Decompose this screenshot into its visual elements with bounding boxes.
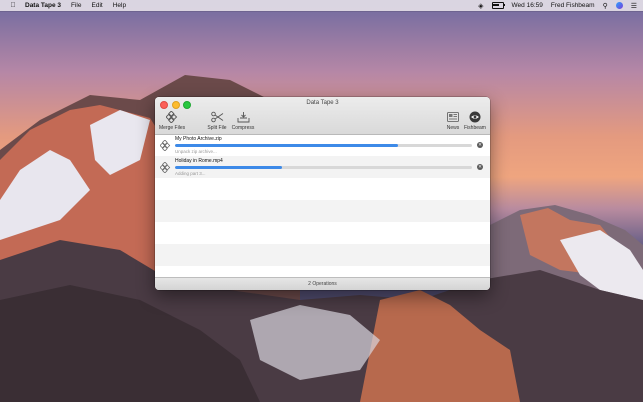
operation-progress-bar — [175, 144, 472, 147]
operation-status: Unpack zip archive... — [175, 149, 217, 154]
operation-progress-fill — [175, 166, 282, 169]
cancel-operation-icon[interactable]: ✕ — [477, 164, 483, 170]
file-icon — [159, 160, 171, 178]
menu-bar:  Data Tape 3 File Edit Help ◈ Wed 16:59… — [0, 0, 643, 11]
siri-icon[interactable] — [615, 2, 623, 9]
newspaper-icon — [443, 109, 463, 124]
wifi-icon[interactable]: ◈ — [478, 2, 483, 10]
fishbeam-logo-icon — [463, 109, 487, 124]
window-title: Data Tape 3 — [306, 100, 339, 106]
operation-file-name: Holiday in Rome.mp4 — [175, 158, 223, 164]
window-titlebar: Data Tape 3 Merge Files Split File Compr… — [155, 97, 490, 135]
clock[interactable]: Wed 16:59 — [512, 2, 543, 9]
operations-count: 2 Operations — [155, 277, 490, 290]
menu-file[interactable]: File — [71, 2, 81, 9]
apple-logo-icon[interactable]:  — [9, 2, 17, 9]
merge-files-icon — [159, 109, 185, 124]
scissors-icon — [206, 109, 228, 124]
compress-label: Compress — [231, 125, 255, 131]
file-icon — [159, 138, 171, 156]
empty-row — [155, 222, 490, 244]
news-button[interactable]: News — [443, 109, 463, 131]
compress-button[interactable]: Compress — [230, 109, 256, 131]
notification-center-icon[interactable]: ☰ — [631, 2, 637, 10]
spotlight-search-icon[interactable]: ⚲ — [603, 2, 608, 10]
operation-row[interactable]: My Photo Archive.zip Unpack zip archive.… — [155, 134, 490, 156]
operation-row[interactable]: Holiday in Rome.mp4 Adding part 3... ✕ — [155, 156, 490, 178]
operation-progress-bar — [175, 166, 472, 169]
operation-file-name: My Photo Archive.zip — [175, 136, 222, 142]
operations-list: My Photo Archive.zip Unpack zip archive.… — [155, 134, 490, 278]
cancel-operation-icon[interactable]: ✕ — [477, 142, 483, 148]
merge-files-label: Merge Files — [159, 125, 186, 131]
operation-progress-fill — [175, 144, 398, 147]
app-window: Data Tape 3 Merge Files Split File Compr… — [155, 97, 490, 290]
news-label: News — [446, 125, 460, 131]
menu-app-name[interactable]: Data Tape 3 — [25, 2, 61, 9]
battery-icon[interactable] — [491, 2, 505, 9]
fishbeam-label: Fishbeam — [464, 125, 486, 131]
fishbeam-button[interactable]: Fishbeam — [463, 109, 487, 131]
compress-icon — [230, 109, 256, 124]
operation-status: Adding part 3... — [175, 171, 206, 176]
user-name[interactable]: Fred Fishbeam — [551, 2, 595, 9]
menu-help[interactable]: Help — [113, 2, 126, 9]
split-file-label: Split File — [207, 125, 227, 131]
merge-files-button[interactable]: Merge Files — [159, 109, 185, 131]
empty-row — [155, 200, 490, 222]
empty-row — [155, 244, 490, 266]
menu-edit[interactable]: Edit — [92, 2, 103, 9]
empty-row — [155, 178, 490, 200]
split-file-button[interactable]: Split File — [206, 109, 228, 131]
